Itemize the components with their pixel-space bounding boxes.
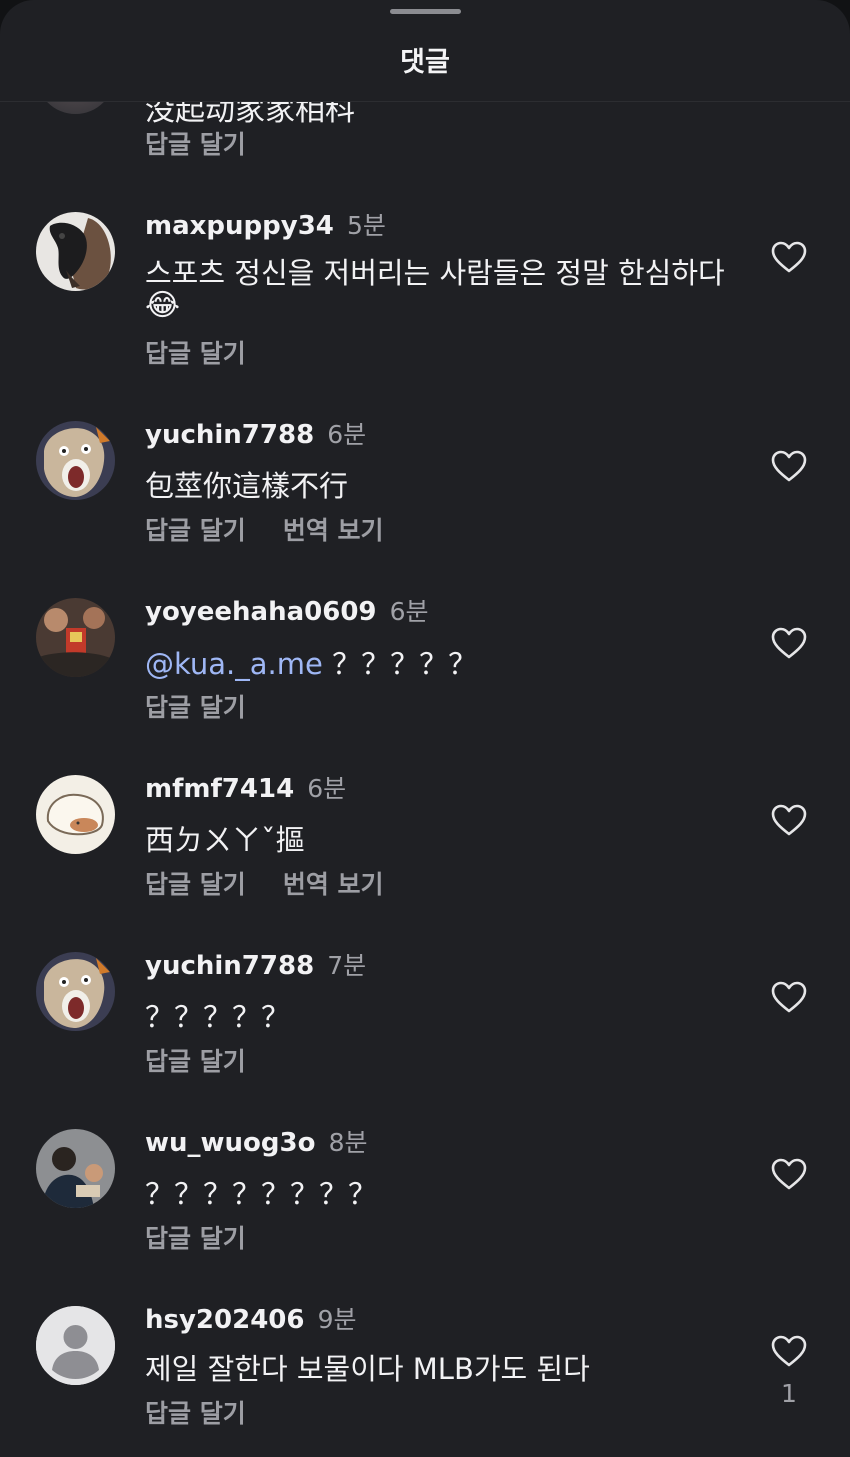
comment-text: 제일 잘한다 보물이다 MLB가도 된다 bbox=[145, 1352, 590, 1386]
translate-button[interactable]: 번역 보기 bbox=[283, 516, 384, 545]
heart-icon[interactable] bbox=[770, 803, 808, 837]
username[interactable]: yoyeehaha0609 bbox=[145, 597, 377, 627]
avatar[interactable] bbox=[36, 598, 115, 677]
avatar[interactable] bbox=[36, 212, 115, 291]
avatar[interactable] bbox=[36, 421, 115, 500]
reply-button[interactable]: 답글 달기 bbox=[145, 125, 246, 161]
username[interactable]: mfmf7414 bbox=[145, 774, 294, 804]
timestamp: 7분 bbox=[327, 951, 367, 980]
comment-text: ？？？？？？？？ bbox=[145, 1177, 378, 1211]
username[interactable]: maxpuppy34 bbox=[145, 211, 334, 241]
heart-icon[interactable] bbox=[770, 240, 808, 274]
heart-icon[interactable] bbox=[770, 626, 808, 660]
comment-text: 스포츠 정신을 저버리는 사람들은 정말 한심하다 bbox=[145, 256, 725, 290]
username[interactable]: yuchin7788 bbox=[145, 951, 314, 981]
username[interactable]: wu_wuog3o bbox=[145, 1128, 316, 1158]
mention-link[interactable]: @kua._a.me bbox=[145, 647, 323, 681]
reply-button[interactable]: 답글 달기 bbox=[145, 693, 246, 722]
translate-button[interactable]: 번역 보기 bbox=[283, 870, 384, 899]
comment-list[interactable]: 没起动家家相科 답글 달기 maxpuppy34 5분 스포츠 정신을 저버리는… bbox=[0, 102, 850, 1457]
comment-text: 西ㄉㄨㄚˇ摳 bbox=[145, 823, 305, 857]
heart-icon[interactable] bbox=[770, 980, 808, 1014]
timestamp: 9분 bbox=[317, 1305, 357, 1334]
reply-button[interactable]: 답글 달기 bbox=[145, 1047, 246, 1076]
heart-icon[interactable] bbox=[770, 1157, 808, 1191]
comment-body: ？？？？？ bbox=[332, 647, 478, 681]
reply-button[interactable]: 답글 달기 bbox=[145, 1399, 246, 1428]
timestamp: 6분 bbox=[327, 420, 367, 449]
reply-button[interactable]: 답글 달기 bbox=[145, 1224, 246, 1253]
comments-sheet: 댓글 没起动家家相科 답글 달기 maxpuppy34 5분 스포츠 정신을 저 bbox=[0, 0, 850, 1457]
comment-text: 包莖你這樣不行 bbox=[145, 469, 349, 503]
avatar[interactable] bbox=[36, 1306, 115, 1385]
avatar[interactable] bbox=[36, 952, 115, 1031]
timestamp: 8분 bbox=[328, 1128, 368, 1157]
avatar[interactable] bbox=[36, 102, 115, 114]
timestamp: 6분 bbox=[389, 597, 429, 626]
heart-icon[interactable] bbox=[770, 1334, 808, 1368]
avatar[interactable] bbox=[36, 775, 115, 854]
laughing-emoji: 😂 bbox=[145, 288, 181, 323]
reply-button[interactable]: 답글 달기 bbox=[145, 516, 246, 545]
username[interactable]: hsy202406 bbox=[145, 1305, 304, 1335]
like-count: 1 bbox=[781, 1379, 797, 1408]
comment-text: @kua._a.me ？？？？？ bbox=[145, 641, 477, 683]
sheet-title: 댓글 bbox=[400, 47, 450, 78]
drag-handle[interactable] bbox=[390, 9, 461, 14]
timestamp: 6분 bbox=[307, 774, 347, 803]
username[interactable]: yuchin7788 bbox=[145, 420, 314, 450]
heart-icon[interactable] bbox=[770, 449, 808, 483]
reply-button[interactable]: 답글 달기 bbox=[145, 339, 246, 368]
avatar[interactable] bbox=[36, 1129, 115, 1208]
reply-button[interactable]: 답글 달기 bbox=[145, 870, 246, 899]
comment-text: ？？？？？ bbox=[145, 1000, 291, 1034]
timestamp: 5분 bbox=[346, 211, 386, 240]
